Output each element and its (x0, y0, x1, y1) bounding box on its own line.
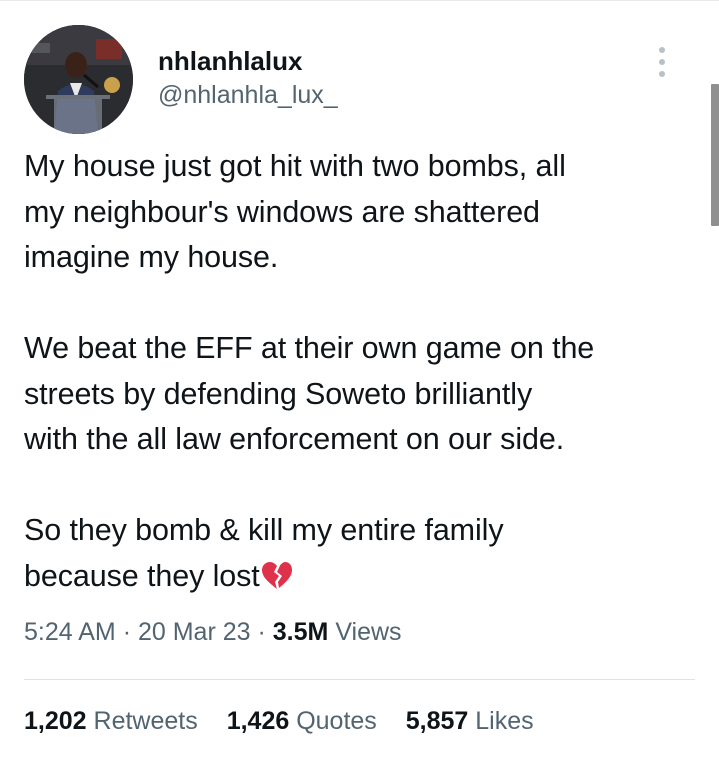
retweets-label: Retweets (93, 707, 198, 735)
tweet-time[interactable]: 5:24 AM (24, 618, 116, 646)
engagement-stats: 1,202 Retweets 1,426 Quotes 5,857 Likes (24, 703, 556, 739)
likes-label: Likes (475, 707, 534, 735)
display-name[interactable]: nhlanhlalux (158, 45, 338, 77)
stats-divider (24, 679, 695, 680)
more-vertical-icon[interactable] (650, 45, 674, 79)
broken-heart-icon (261, 559, 293, 589)
quotes-label: Quotes (296, 707, 377, 735)
user-handle[interactable]: @nhlanhla_lux_ (158, 79, 338, 111)
tweet-text: My house just got hit with two bombs, al… (24, 144, 704, 599)
avatar[interactable] (24, 25, 133, 134)
tweet-date[interactable]: 20 Mar 23 (138, 618, 251, 646)
tweet-meta: 5:24 AM · 20 Mar 23 · 3.5M Views (24, 615, 402, 649)
retweets-stat[interactable]: 1,202 Retweets (24, 703, 198, 739)
quotes-count: 1,426 (226, 707, 290, 735)
quotes-stat[interactable]: 1,426 Quotes (227, 703, 377, 739)
views-label: Views (335, 618, 402, 646)
scrollbar[interactable] (711, 84, 719, 226)
likes-stat[interactable]: 5,857 Likes (406, 703, 534, 739)
views-count: 3.5M (272, 618, 329, 646)
retweets-count: 1,202 (24, 707, 87, 735)
top-divider (0, 0, 719, 1)
meta-separator: · (122, 618, 132, 646)
tweet-paragraph-1: My house just got hit with two bombs, al… (24, 149, 566, 274)
tweet-header: nhlanhlalux @nhlanhla_lux_ (24, 25, 684, 135)
meta-separator: · (257, 618, 266, 646)
tweet-paragraph-2: We beat the EFF at their own game on the… (24, 331, 595, 456)
likes-count: 5,857 (405, 707, 469, 735)
user-names: nhlanhlalux @nhlanhla_lux_ (158, 45, 338, 111)
